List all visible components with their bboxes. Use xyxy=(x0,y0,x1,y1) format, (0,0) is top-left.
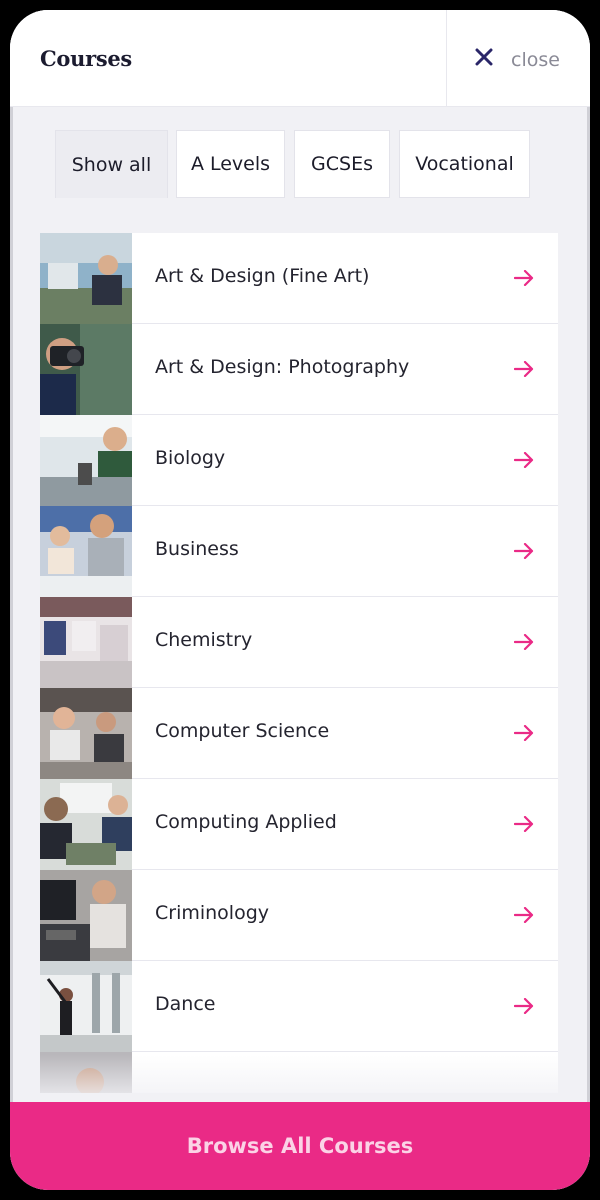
tab-a-levels[interactable]: A Levels xyxy=(176,130,285,198)
arrow-right-icon xyxy=(514,361,534,377)
course-label: Criminology xyxy=(155,902,270,924)
tab-show-all[interactable]: Show all xyxy=(55,130,168,198)
course-thumbnail xyxy=(40,415,132,506)
arrow-right-icon xyxy=(514,634,534,650)
tab-gcses[interactable]: GCSEs xyxy=(294,130,390,198)
arrow-right-icon xyxy=(514,543,534,559)
browse-all-courses-button[interactable]: Browse All Courses xyxy=(10,1102,590,1190)
course-thumbnail xyxy=(40,233,132,324)
close-icon xyxy=(475,48,493,66)
tab-vocational[interactable]: Vocational xyxy=(399,130,530,198)
tab-label: GCSEs xyxy=(311,153,373,175)
course-label: Chemistry xyxy=(155,629,253,651)
course-label: Computer Science xyxy=(155,720,330,742)
course-thumbnail xyxy=(40,779,132,870)
course-label: Art & Design (Fine Art) xyxy=(155,265,370,287)
course-label: Biology xyxy=(155,447,226,469)
arrow-right-icon xyxy=(514,452,534,468)
arrow-right-icon xyxy=(514,998,534,1014)
course-item-art-design-fine-art[interactable]: Art & Design (Fine Art) xyxy=(40,233,558,324)
course-thumbnail xyxy=(40,324,132,415)
page-title: Courses xyxy=(40,46,132,71)
course-item-biology[interactable]: Biology xyxy=(40,415,558,506)
course-thumbnail xyxy=(40,961,132,1052)
course-thumbnail xyxy=(40,506,132,597)
arrow-right-icon xyxy=(514,816,534,832)
header: Courses close xyxy=(10,10,590,107)
list-fade xyxy=(40,1055,558,1105)
course-item-criminology[interactable]: Criminology xyxy=(40,870,558,961)
course-item-chemistry[interactable]: Chemistry xyxy=(40,597,558,688)
course-thumbnail xyxy=(40,597,132,688)
tab-label: Vocational xyxy=(415,153,514,175)
browse-label: Browse All Courses xyxy=(186,1134,414,1158)
phone-frame: Courses close Show all A Levels GCSEs Vo… xyxy=(10,10,590,1190)
arrow-right-icon xyxy=(514,270,534,286)
course-item-computing-applied[interactable]: Computing Applied xyxy=(40,779,558,870)
course-item-art-design-photography[interactable]: Art & Design: Photography xyxy=(40,324,558,415)
arrow-right-icon xyxy=(514,907,534,923)
tab-label: A Levels xyxy=(190,153,271,175)
course-item-dance[interactable]: Dance xyxy=(40,961,558,1052)
course-label: Business xyxy=(155,538,239,560)
course-thumbnail xyxy=(40,870,132,961)
course-thumbnail xyxy=(40,688,132,779)
close-label: close xyxy=(511,49,560,71)
course-label: Art & Design: Photography xyxy=(155,356,410,378)
course-item-business[interactable]: Business xyxy=(40,506,558,597)
arrow-right-icon xyxy=(514,725,534,741)
close-button[interactable]: close xyxy=(446,10,590,106)
course-label: Dance xyxy=(155,993,216,1015)
tab-label: Show all xyxy=(71,153,152,176)
course-item-computer-science[interactable]: Computer Science xyxy=(40,688,558,779)
course-label: Computing Applied xyxy=(155,811,337,833)
course-list: Art & Design (Fine Art) Art & Design: Ph… xyxy=(40,233,558,1093)
filter-tabs: Show all A Levels GCSEs Vocational xyxy=(10,130,590,200)
